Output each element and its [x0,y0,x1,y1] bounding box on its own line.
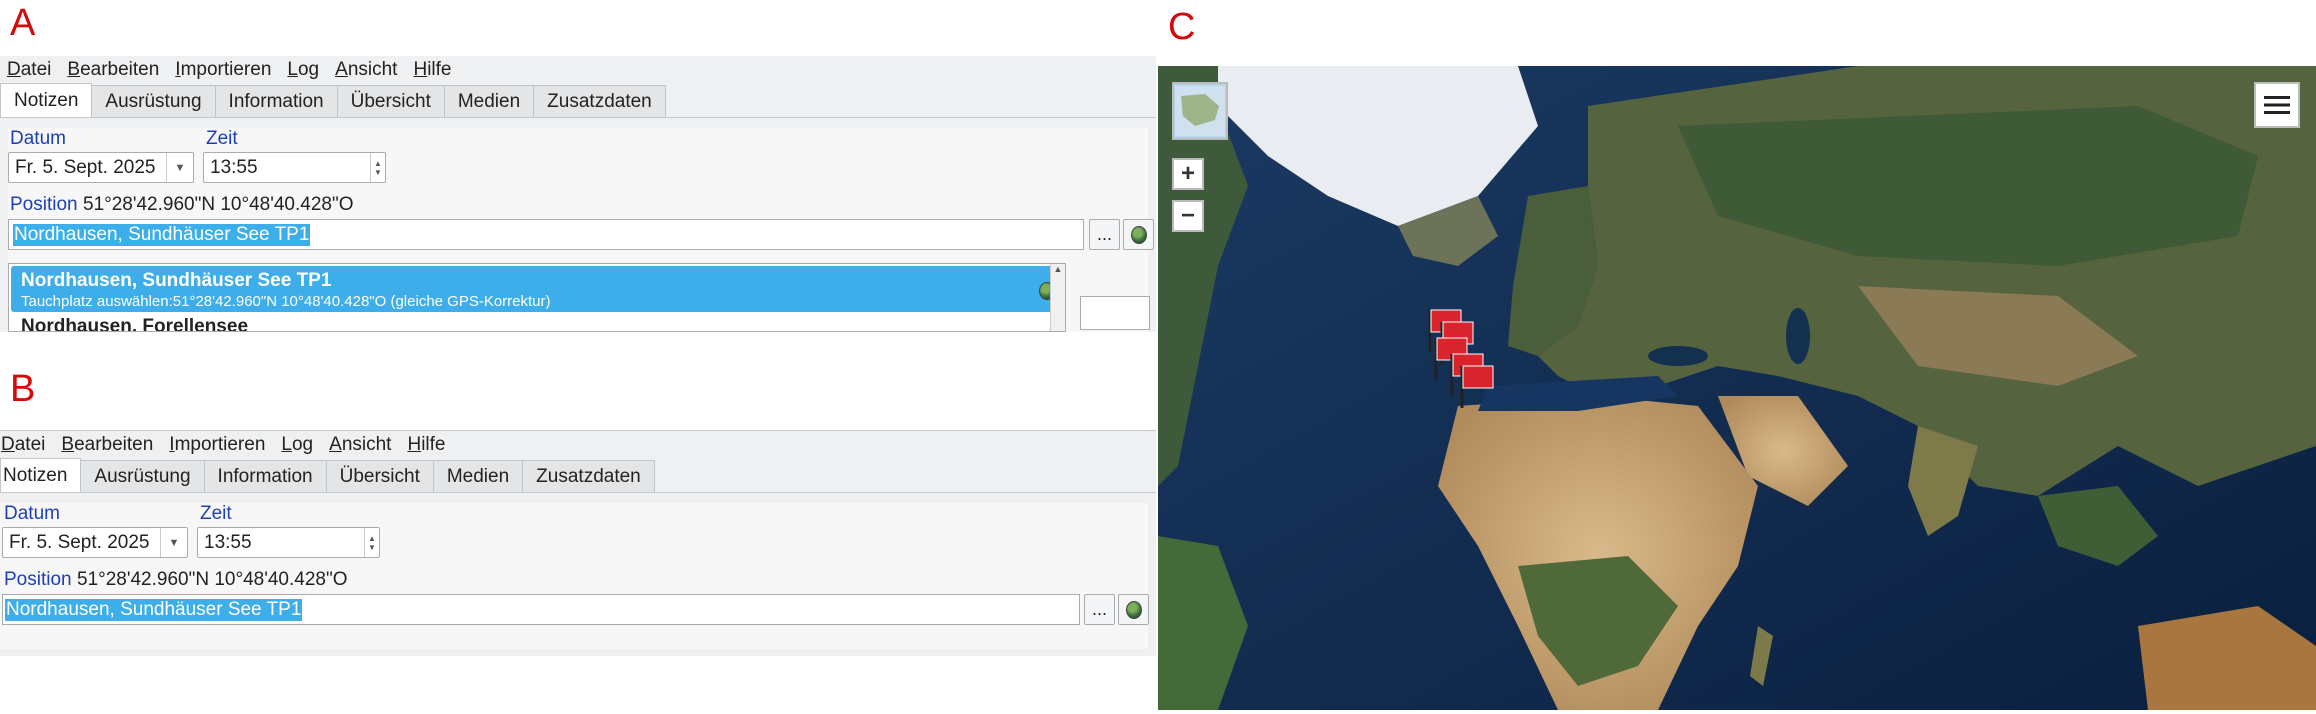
position-coords: 51°28'42.960"N 10°48'40.428"O [83,194,354,215]
menu-ansicht[interactable]: Ansicht [322,434,400,456]
date-value: Fr. 5. Sept. 2025 [15,156,156,178]
location-value: Nordhausen, Sundhäuser See TP1 [13,223,311,246]
chevron-down-icon[interactable]: ▼ [166,153,193,182]
date-value: Fr. 5. Sept. 2025 [9,531,150,553]
menu-log[interactable]: Log [280,59,328,81]
zoom-out-button[interactable]: − [1172,200,1204,232]
menu-datei[interactable]: Datei [0,59,60,81]
menu-bearbeiten[interactable]: Bearbeiten [54,434,162,456]
chevron-down-icon[interactable]: ▼ [160,528,187,557]
menu-bar: Datei Bearbeiten Importieren Log Ansicht… [0,56,1156,84]
time-value: 13:55 [204,531,252,553]
dots-button[interactable]: ... [1084,594,1115,625]
tab-uebersicht[interactable]: Übersicht [336,85,445,117]
globe-icon [1125,600,1142,619]
menu-importieren[interactable]: Importieren [168,59,280,81]
tab-medien[interactable]: Medien [443,85,535,117]
dropdown-item-title: Nordhausen, Sundhäuser See TP1 [21,270,332,291]
panel-label-a: A [10,2,36,44]
gps-globe-button[interactable] [1118,594,1149,625]
tab-ausruestung[interactable]: Ausrüstung [91,85,216,117]
hamburger-menu-icon[interactable] [2254,82,2300,128]
tab-zusatzdaten[interactable]: Zusatzdaten [522,460,655,492]
tab-zusatzdaten[interactable]: Zusatzdaten [533,85,666,117]
location-value: Nordhausen, Sundhäuser See TP1 [5,598,303,621]
date-label: Datum [4,503,60,524]
tab-bar: Notizen Ausrüstung Information Übersicht… [0,83,1156,118]
menu-datei[interactable]: Datei [0,434,54,456]
zoom-in-button[interactable]: + [1172,158,1204,190]
menu-hilfe[interactable]: Hilfe [406,59,460,81]
tab-notizen[interactable]: Notizen [0,458,82,492]
menu-ansicht[interactable]: Ansicht [328,59,406,81]
location-input[interactable]: Nordhausen, Sundhäuser See TP1 [2,594,1080,625]
menu-bar: Datei Bearbeiten Importieren Log Ansicht… [0,430,1156,459]
date-label: Datum [10,128,66,149]
spin-arrows-icon[interactable]: ▲ ▼ [370,153,385,182]
map-imagery [1158,66,2316,710]
date-combobox[interactable]: Fr. 5. Sept. 2025 ▼ [2,527,188,558]
menu-importieren[interactable]: Importieren [162,434,274,456]
side-input-field[interactable] [1080,296,1150,330]
position-label: Position [4,569,72,590]
tab-information[interactable]: Information [203,460,327,492]
dropdown-item-selected[interactable]: Nordhausen, Sundhäuser See TP1 Tauchplat… [11,266,1063,312]
location-dropdown[interactable]: Nordhausen, Sundhäuser See TP1 Tauchplat… [8,263,1066,332]
minimap-thumbnail[interactable] [1172,82,1228,140]
menu-hilfe[interactable]: Hilfe [400,434,454,456]
panel-label-c: C [1168,6,1196,48]
dropdown-item-forellensee[interactable]: Nordhausen, Forellensee [21,316,248,331]
panel-label-b: B [10,368,36,410]
position-label: Position [10,194,78,215]
gps-globe-button[interactable] [1123,219,1154,250]
app-window-a: Datei Bearbeiten Importieren Log Ansicht… [0,56,1156,332]
tab-bar: Notizen Ausrüstung Information Übersicht… [0,458,1156,493]
dots-button[interactable]: ... [1089,219,1120,250]
dropdown-scrollbar[interactable]: ▲ [1050,264,1065,331]
notes-content: Datum Zeit Fr. 5. Sept. 2025 ▼ 13:55 ▲ ▼ … [0,493,1156,656]
dropdown-item-subtitle: Tauchplatz auswählen:51°28'42.960"N 10°4… [21,293,551,310]
spin-arrows-icon[interactable]: ▲ ▼ [364,528,379,557]
position-coords: 51°28'42.960"N 10°48'40.428"O [77,569,348,590]
menu-log[interactable]: Log [274,434,322,456]
globe-icon [1130,225,1147,244]
satellite-map[interactable]: + − [1158,66,2316,710]
menu-bearbeiten[interactable]: Bearbeiten [60,59,168,81]
location-input[interactable]: Nordhausen, Sundhäuser See TP1 [8,219,1084,250]
time-spinbox[interactable]: 13:55 ▲ ▼ [197,527,380,558]
time-label: Zeit [200,503,232,524]
app-window-b: Datei Bearbeiten Importieren Log Ansicht… [0,430,1156,656]
time-spinbox[interactable]: 13:55 ▲ ▼ [203,152,386,183]
tab-medien[interactable]: Medien [432,460,524,492]
tab-information[interactable]: Information [214,85,338,117]
date-combobox[interactable]: Fr. 5. Sept. 2025 ▼ [8,152,194,183]
tab-ausruestung[interactable]: Ausrüstung [80,460,205,492]
tab-uebersicht[interactable]: Übersicht [325,460,434,492]
time-label: Zeit [206,128,238,149]
flag-marker[interactable] [1458,362,1498,413]
time-value: 13:55 [210,156,258,178]
tab-notizen[interactable]: Notizen [0,83,93,117]
